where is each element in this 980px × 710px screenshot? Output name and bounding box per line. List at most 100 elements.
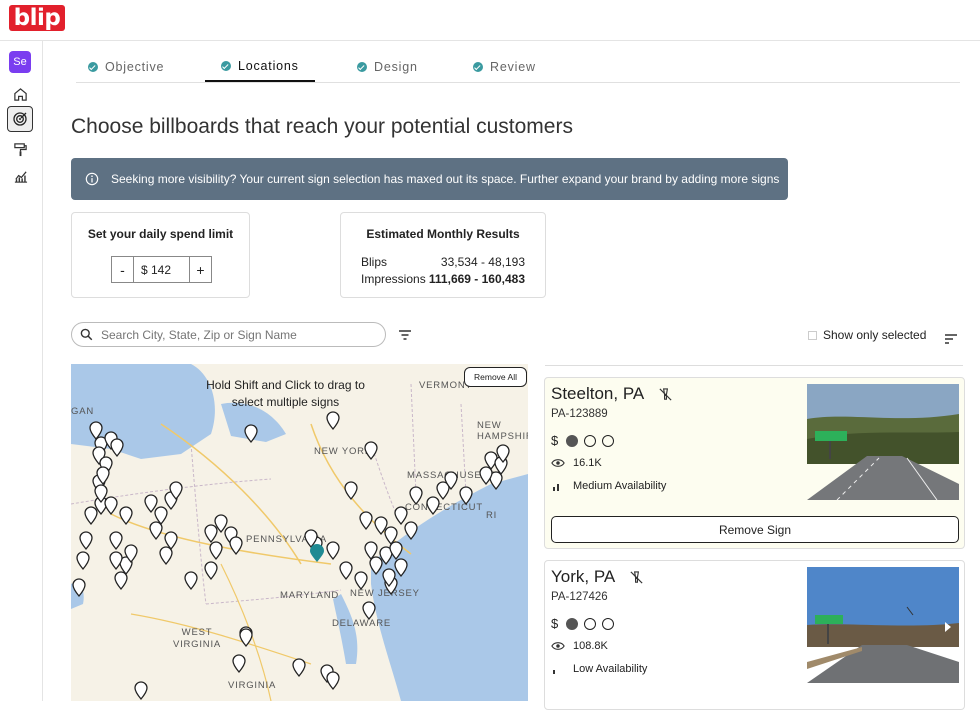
- checkbox[interactable]: [808, 330, 817, 340]
- map-pin-icon[interactable]: [119, 506, 133, 526]
- map-pin-icon[interactable]: [79, 531, 93, 551]
- map-pin-icon[interactable]: [144, 494, 158, 514]
- map-pin-icon[interactable]: [114, 571, 128, 591]
- price-dot-filled: [566, 434, 579, 447]
- tab-design[interactable]: Design: [357, 52, 418, 82]
- price-dot-filled: [566, 617, 579, 630]
- show-only-selected-label: Show only selected: [823, 328, 927, 342]
- info-icon: [85, 172, 99, 186]
- impressions-value: 111,669 - 160,483: [428, 272, 525, 286]
- sign-city-label: York, PA: [551, 567, 616, 586]
- map-pins: [72, 411, 510, 701]
- info-banner-text: Seeking more visibility? Your current si…: [111, 172, 780, 186]
- map-pin-icon[interactable]: [232, 654, 246, 674]
- target-icon[interactable]: [7, 106, 33, 132]
- home-icon[interactable]: [7, 81, 33, 107]
- search-input[interactable]: [101, 327, 371, 342]
- filter-icon[interactable]: [398, 328, 412, 346]
- map-pin-icon[interactable]: [394, 558, 408, 578]
- map-pin-icon[interactable]: [326, 671, 340, 691]
- map-pin-icon[interactable]: [239, 628, 253, 648]
- check-circle-icon: [88, 62, 98, 72]
- blips-value: 33,534 - 48,193: [440, 255, 525, 269]
- price-symbol: $: [551, 616, 559, 631]
- selected-map-pin-icon[interactable]: [310, 544, 324, 562]
- map-pin-icon[interactable]: [149, 521, 163, 541]
- sign-card[interactable]: York, PA PA-127426 $ 108.8K Low Availabi…: [544, 560, 965, 710]
- remove-all-button[interactable]: Remove All: [464, 367, 527, 387]
- impressions: 16.1K: [551, 457, 602, 469]
- map-pin-icon[interactable]: [204, 561, 218, 581]
- map-pin-icon[interactable]: [364, 441, 378, 461]
- impressions: 108.8K: [551, 640, 608, 652]
- map-pin-icon[interactable]: [359, 511, 373, 531]
- map-pin-icon[interactable]: [134, 681, 148, 701]
- availability-label: Medium Availability: [573, 480, 667, 492]
- avatar[interactable]: Se: [9, 51, 31, 73]
- sort-icon[interactable]: [944, 331, 958, 349]
- remove-sign-button[interactable]: Remove Sign: [551, 516, 959, 543]
- paint-roller-icon[interactable]: [7, 136, 33, 162]
- billboard-photo: [807, 384, 959, 500]
- check-circle-icon: [357, 62, 367, 72]
- map-pin-icon[interactable]: [104, 496, 118, 516]
- sign-id: PA-127426: [551, 591, 608, 603]
- analytics-icon[interactable]: [7, 163, 33, 189]
- availability-label: Low Availability: [573, 663, 648, 675]
- no-lighting-icon: [630, 570, 643, 584]
- sign-city: York, PA: [551, 567, 644, 587]
- map-pin-icon[interactable]: [159, 546, 173, 566]
- map-pin-icon[interactable]: [109, 531, 123, 551]
- map-pin-icon[interactable]: [426, 496, 440, 516]
- check-circle-icon: [473, 62, 483, 72]
- map-pin-icon[interactable]: [409, 486, 423, 506]
- map-pin-icon[interactable]: [394, 506, 408, 526]
- map-pin-icon[interactable]: [209, 541, 223, 561]
- results-title: Estimated Monthly Results: [366, 227, 520, 241]
- page-title: Choose billboards that reach your potent…: [71, 115, 573, 138]
- increment-button[interactable]: +: [190, 257, 211, 282]
- price-dot-empty: [584, 434, 597, 447]
- signal-medium-icon: [553, 484, 559, 491]
- map-pin-icon[interactable]: [244, 424, 258, 444]
- impressions-value: 108.8K: [573, 640, 608, 652]
- map-pin-icon[interactable]: [292, 658, 306, 678]
- map-pin-icon[interactable]: [344, 481, 358, 501]
- blips-label: Blips: [361, 255, 388, 269]
- blip-logo[interactable]: blip: [9, 5, 65, 31]
- side-nav: Se: [0, 41, 43, 701]
- map-pin-icon[interactable]: [229, 536, 243, 556]
- map-pin-icon[interactable]: [326, 541, 340, 561]
- map-pin-icon[interactable]: [184, 571, 198, 591]
- show-only-selected-toggle[interactable]: Show only selected: [808, 328, 926, 342]
- map[interactable]: VERMONT GAN NEW YORK NEW HAMPSHIRE MASSA…: [71, 364, 528, 701]
- tab-locations[interactable]: Locations: [205, 52, 315, 82]
- map-pin-icon[interactable]: [362, 601, 376, 621]
- top-bar: blip: [0, 0, 980, 41]
- spend-value-input[interactable]: $ 142: [133, 257, 190, 282]
- map-pin-icon[interactable]: [339, 561, 353, 581]
- check-circle-icon: [221, 61, 231, 71]
- sign-card[interactable]: Steelton, PA PA-123889 $ 16.1K Medium Av…: [544, 377, 965, 549]
- map-pin-icon[interactable]: [110, 438, 124, 458]
- price-dot-empty: [602, 617, 615, 630]
- map-pin-icon[interactable]: [369, 556, 383, 576]
- sign-city: Steelton, PA: [551, 384, 673, 404]
- tab-objective[interactable]: Objective: [88, 52, 164, 82]
- map-pin-icon[interactable]: [84, 506, 98, 526]
- tab-label: Locations: [238, 59, 299, 73]
- map-pin-icon[interactable]: [404, 521, 418, 541]
- map-pin-icon[interactable]: [76, 551, 90, 571]
- map-pin-icon[interactable]: [459, 486, 473, 506]
- tab-label: Objective: [105, 60, 165, 74]
- map-pin-icon[interactable]: [72, 578, 86, 598]
- availability: Medium Availability: [551, 480, 666, 492]
- map-pin-icon[interactable]: [326, 411, 340, 431]
- map-pin-icon[interactable]: [354, 571, 368, 591]
- impressions-row: Impressions 111,669 - 160,483: [361, 272, 525, 286]
- decrement-button[interactable]: -: [112, 257, 133, 282]
- map-pin-icon[interactable]: [204, 524, 218, 544]
- list-divider: [545, 365, 963, 366]
- tab-review[interactable]: Review: [473, 52, 536, 82]
- signal-low-icon: [553, 670, 555, 674]
